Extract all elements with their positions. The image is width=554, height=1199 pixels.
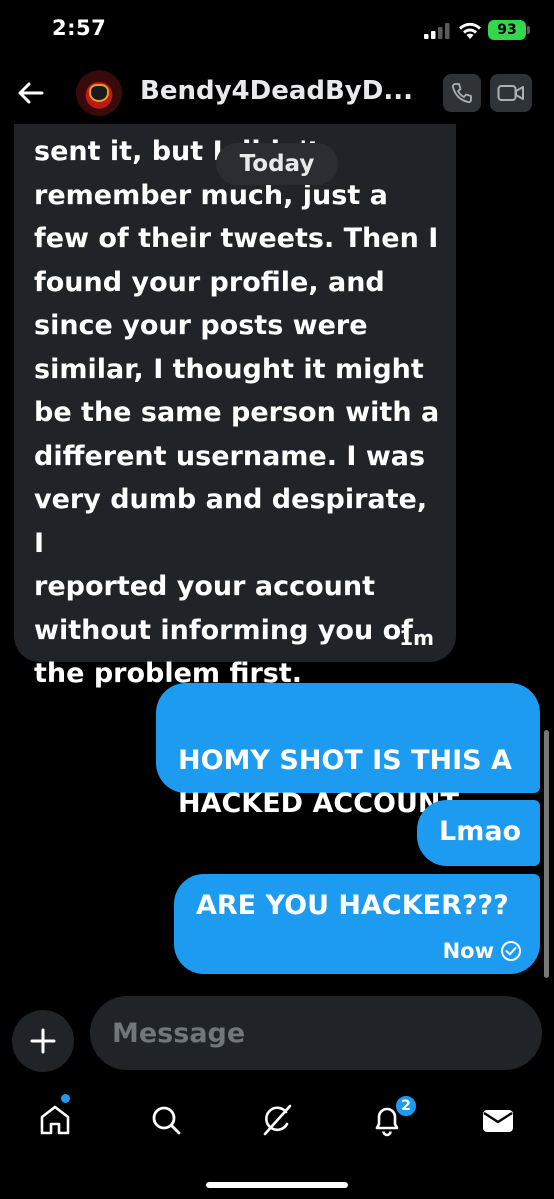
sent-message-text: Lmao (439, 816, 522, 847)
sent-message[interactable]: ARE YOU HACKER??? Now (174, 874, 540, 974)
contact-name[interactable]: Bendy4DeadByD... (140, 76, 413, 106)
received-message[interactable]: sent it, but I didn't remember much, jus… (14, 104, 456, 689)
message-input[interactable] (90, 996, 542, 1070)
signal-icon (424, 23, 450, 39)
video-call-button[interactable] (490, 74, 532, 112)
add-media-button[interactable] (12, 1010, 74, 1072)
check-circle-icon (501, 941, 521, 961)
battery-icon: 93 (488, 20, 526, 40)
conversation-header: Bendy4DeadByD... (0, 62, 554, 124)
avatar[interactable] (76, 70, 122, 116)
home-icon[interactable] (37, 1102, 73, 1138)
sent-message-meta: Now (443, 938, 522, 964)
home-notification-dot (61, 1094, 70, 1103)
plus-icon (30, 1028, 56, 1054)
envelope-icon[interactable] (480, 1102, 516, 1138)
status-time: 2:57 (52, 16, 107, 40)
battery-nub (527, 26, 530, 34)
avatar-image (89, 84, 109, 102)
search-icon[interactable] (148, 1102, 184, 1138)
status-bar: 2:57 93 (0, 0, 554, 62)
received-message-text: sent it, but I didn't remember much, jus… (34, 136, 440, 689)
home-indicator (206, 1182, 348, 1188)
call-button[interactable] (443, 74, 481, 112)
received-message-time: 1m (399, 626, 434, 650)
battery-level: 93 (497, 22, 517, 38)
notification-badge: 2 (394, 1094, 418, 1118)
phone-icon (452, 83, 472, 104)
sent-message-time: Now (442, 939, 494, 963)
video-camera-icon (497, 85, 524, 101)
sent-message-text: ARE YOU HACKER??? (196, 890, 509, 921)
sent-message[interactable]: Lmao (417, 800, 540, 866)
arrow-left-icon[interactable] (16, 78, 46, 108)
sent-message[interactable]: HOMY SHOT IS THIS A HACKED ACCOUNT (156, 683, 540, 819)
wifi-icon (459, 22, 481, 39)
bottom-nav: 2 (0, 1086, 554, 1199)
scrollbar[interactable] (544, 730, 549, 978)
date-separator: Today (216, 143, 338, 185)
grok-icon[interactable] (259, 1102, 295, 1138)
